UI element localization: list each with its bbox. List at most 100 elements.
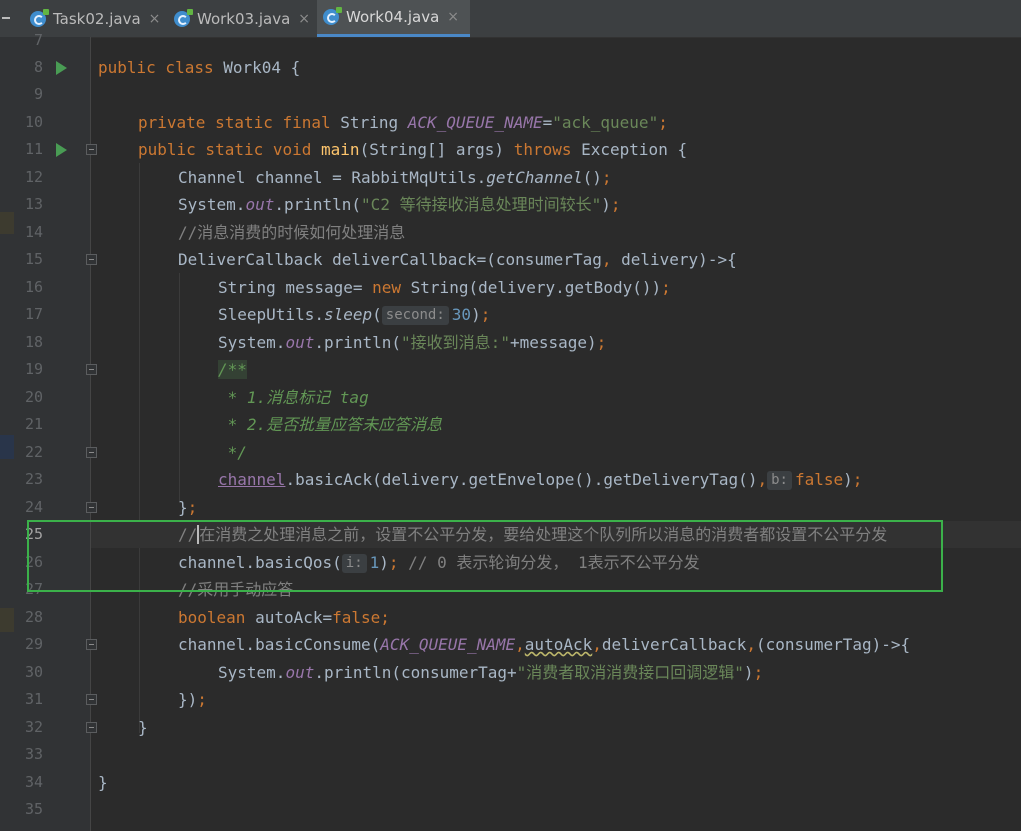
- code-line[interactable]: 10 private static final String ACK_QUEUE…: [0, 109, 1021, 136]
- parameter-hint: second:: [381, 306, 449, 325]
- fold-icon[interactable]: [86, 502, 97, 513]
- code-text: Channel channel = RabbitMqUtils.getChann…: [178, 168, 612, 187]
- code-text: }: [138, 718, 148, 737]
- code-text: System.out.println("接收到消息:"+message);: [218, 333, 607, 352]
- code-line[interactable]: 8 public class Work04 {: [0, 54, 1021, 81]
- line-number: 13: [24, 195, 43, 213]
- code-line[interactable]: 15 DeliverCallback deliverCallback=(cons…: [0, 246, 1021, 273]
- parameter-hint: i:: [341, 554, 367, 573]
- code-text: String message= new String(delivery.getB…: [218, 278, 671, 297]
- code-line[interactable]: 23 channel.basicAck(delivery.getEnvelope…: [0, 466, 1021, 493]
- line-number: 9: [33, 85, 43, 103]
- doc-comment: */: [218, 443, 247, 462]
- java-class-file-icon: [323, 7, 342, 25]
- code-line[interactable]: 16 String message= new String(delivery.g…: [0, 274, 1021, 301]
- close-icon[interactable]: ×: [447, 9, 459, 25]
- code-line[interactable]: 28 boolean autoAck=false;: [0, 604, 1021, 631]
- line-number: 15: [24, 250, 43, 268]
- line-number: 32: [24, 718, 43, 736]
- code-text: channel.basicAck(delivery.getEnvelope().…: [218, 470, 863, 490]
- fold-icon[interactable]: [86, 447, 97, 458]
- code-line[interactable]: 12 Channel channel = RabbitMqUtils.getCh…: [0, 164, 1021, 191]
- line-number: 22: [24, 443, 43, 461]
- line-number: 34: [24, 773, 43, 791]
- code-text: public static void main(String[] args) t…: [138, 140, 688, 159]
- code-line[interactable]: 24 };: [0, 494, 1021, 521]
- line-number: 21: [24, 415, 43, 433]
- code-text: };: [178, 498, 198, 517]
- code-line[interactable]: 33: [0, 741, 1021, 768]
- code-line[interactable]: 7: [0, 27, 1021, 54]
- code-line[interactable]: 13 System.out.println("C2 等待接收消息处理时间较长")…: [0, 191, 1021, 218]
- code-text: boolean autoAck=false;: [178, 608, 390, 627]
- code-comment: //消息消费的时候如何处理消息: [178, 223, 406, 242]
- line-number: 26: [24, 553, 43, 571]
- code-text: SleepUtils.sleep(second: 30);: [218, 305, 491, 325]
- tab-label: Work04.java: [346, 8, 440, 26]
- code-line[interactable]: 31 });: [0, 686, 1021, 713]
- code-line[interactable]: 21 * 2.是否批量应答未应答消息: [0, 411, 1021, 438]
- run-icon[interactable]: [56, 61, 67, 75]
- code-line[interactable]: 27 //采用手动应答: [0, 576, 1021, 603]
- minimize-icon[interactable]: [2, 17, 10, 19]
- code-line[interactable]: 25 //在消费之处理消息之前，设置不公平分发，要给处理这个队列所以消息的消费者…: [0, 521, 1021, 548]
- line-number: 20: [24, 388, 43, 406]
- line-number: 19: [24, 360, 43, 378]
- code-text: DeliverCallback deliverCallback=(consume…: [178, 250, 737, 269]
- fold-icon[interactable]: [86, 722, 97, 733]
- code-text: });: [178, 690, 207, 709]
- code-comment: //采用手动应答: [178, 580, 294, 599]
- fold-icon[interactable]: [86, 254, 97, 265]
- line-number: 24: [24, 498, 43, 516]
- code-line[interactable]: 9: [0, 81, 1021, 108]
- line-number: 14: [24, 223, 43, 241]
- code-line[interactable]: 32 }: [0, 714, 1021, 741]
- line-number: 28: [24, 608, 43, 626]
- code-line[interactable]: 29 channel.basicConsume(ACK_QUEUE_NAME,a…: [0, 631, 1021, 658]
- code-text: System.out.println("C2 等待接收消息处理时间较长");: [178, 195, 621, 214]
- doc-comment: * 2.是否批量应答未应答消息: [218, 415, 443, 434]
- code-text: public class Work04 {: [98, 58, 301, 77]
- line-number: 17: [24, 305, 43, 323]
- code-line[interactable]: 18 System.out.println("接收到消息:"+message);: [0, 329, 1021, 356]
- code-line[interactable]: 30 System.out.println(consumerTag+"消费者取消…: [0, 659, 1021, 686]
- line-number: 33: [24, 745, 43, 763]
- code-line[interactable]: 11 public static void main(String[] args…: [0, 136, 1021, 163]
- run-icon[interactable]: [56, 143, 67, 157]
- java-class-file-icon: [30, 8, 49, 27]
- line-number: 18: [24, 333, 43, 351]
- code-line[interactable]: 22 */: [0, 439, 1021, 466]
- tab-label: Work03.java: [197, 9, 291, 28]
- line-number: 27: [24, 580, 43, 598]
- line-number: 12: [24, 168, 43, 186]
- fold-icon[interactable]: [86, 694, 97, 705]
- code-line[interactable]: 14 //消息消费的时候如何处理消息: [0, 219, 1021, 246]
- code-text: }: [98, 773, 108, 792]
- java-class-file-icon: [174, 8, 193, 27]
- code-line[interactable]: 26 channel.basicQos(i: 1); // 0 表示轮询分发， 1…: [0, 549, 1021, 576]
- fold-icon[interactable]: [86, 144, 97, 155]
- doc-comment: /**: [218, 360, 247, 379]
- close-icon[interactable]: ×: [298, 11, 310, 27]
- line-number: 29: [24, 635, 43, 653]
- code-text: System.out.println(consumerTag+"消费者取消消费接…: [218, 663, 764, 682]
- close-icon[interactable]: ×: [149, 11, 161, 27]
- code-line[interactable]: 20 * 1.消息标记 tag: [0, 384, 1021, 411]
- line-number: 35: [24, 800, 43, 818]
- line-number: 8: [33, 58, 43, 76]
- code-line[interactable]: 35: [0, 796, 1021, 823]
- code-line[interactable]: 19 /**: [0, 356, 1021, 383]
- code-line[interactable]: 17 SleepUtils.sleep(second: 30);: [0, 301, 1021, 328]
- code-comment: //在消费之处理消息之前，设置不公平分发，要给处理这个队列所以消息的消费者都设置…: [178, 525, 888, 544]
- fold-icon[interactable]: [86, 364, 97, 375]
- code-text: channel.basicQos(i: 1); // 0 表示轮询分发， 1表示不…: [178, 553, 700, 573]
- code-line[interactable]: 34 }: [0, 769, 1021, 796]
- line-number: 10: [24, 113, 43, 131]
- fold-icon[interactable]: [86, 639, 97, 650]
- code-text: channel.basicConsume(ACK_QUEUE_NAME,auto…: [178, 635, 911, 654]
- line-number: 11: [24, 140, 43, 158]
- line-number: 16: [24, 278, 43, 296]
- code-text: private static final String ACK_QUEUE_NA…: [138, 113, 668, 132]
- line-number: 7: [33, 31, 43, 49]
- line-number: 31: [24, 690, 43, 708]
